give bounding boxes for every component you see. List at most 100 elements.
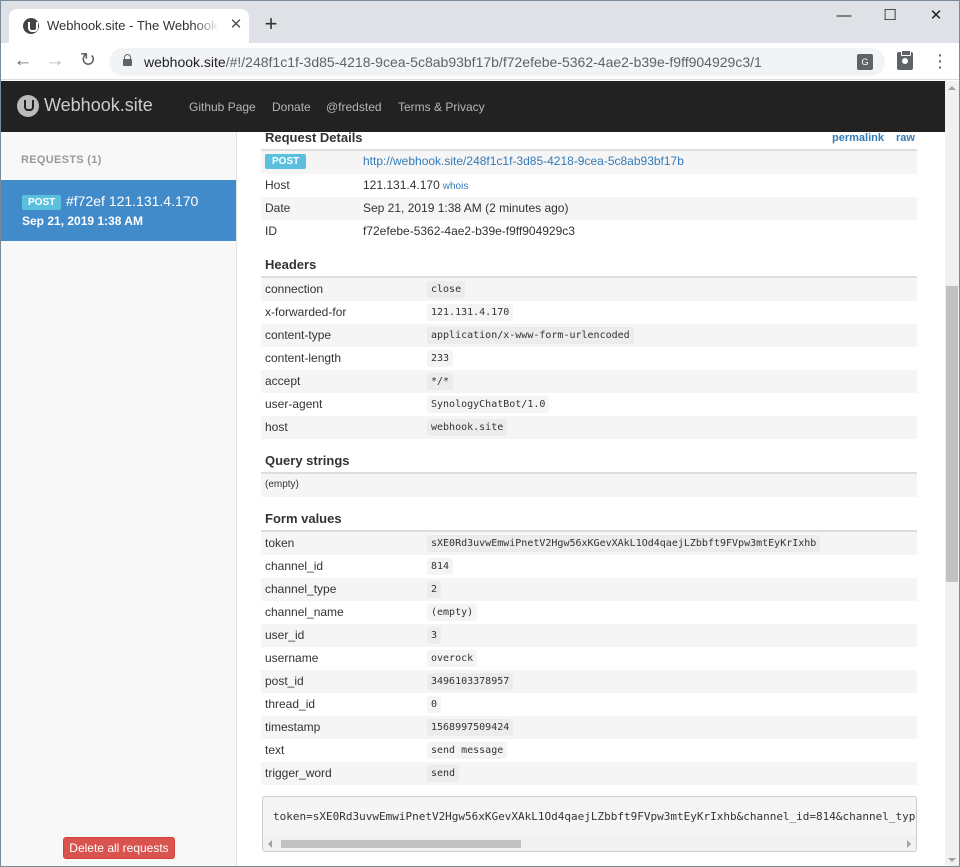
request-details-title: Request Details (265, 132, 363, 145)
address-bar[interactable]: webhook.site/#!/248f1c1f-3d85-4218-9cea-… (109, 48, 885, 76)
form-value: 3 (427, 627, 442, 644)
form-row: thread_id 0 (261, 693, 917, 716)
tab-strip: Webhook.site - The Webhook Tester ✕ + — … (1, 1, 959, 43)
form-value: send message (427, 742, 508, 759)
detail-label: ID (265, 224, 277, 238)
header-row: host webhook.site (261, 416, 917, 439)
detail-row-date: Date Sep 21, 2019 1:38 AM (2 minutes ago… (261, 197, 917, 220)
form-value: (empty) (427, 604, 478, 621)
header-value: 233 (427, 350, 454, 367)
form-value: 2 (427, 581, 442, 598)
header-value: 121.131.4.170 (427, 304, 514, 321)
detail-value: 121.131.4.170 whois (363, 178, 468, 192)
raw-link[interactable]: raw (896, 132, 915, 144)
form-key: channel_type (265, 582, 337, 596)
webhook-favicon-icon (23, 18, 39, 34)
detail-row-id: ID f72efebe-5362-4ae2-b39e-f9ff904929c3 (261, 220, 917, 243)
form-key: username (265, 651, 319, 665)
detail-label: Host (265, 178, 290, 192)
form-key: post_id (265, 674, 304, 688)
translate-icon[interactable]: G (857, 54, 873, 70)
header-value: */* (427, 373, 454, 390)
detail-value: f72efebe-5362-4ae2-b39e-f9ff904929c3 (363, 224, 575, 238)
site-navbar: Webhook.site Github Page Donate @fredste… (1, 81, 945, 132)
request-date: Sep 21, 2019 1:38 AM (22, 214, 143, 228)
header-row: user-agent SynologyChatBot/1.0 (261, 393, 917, 416)
webhook-logo-icon[interactable] (17, 95, 39, 117)
browser-window: Webhook.site - The Webhook Tester ✕ + — … (0, 0, 960, 867)
header-value: webhook.site (427, 419, 508, 436)
maximize-button[interactable]: ☐ (867, 1, 913, 31)
new-tab-button[interactable]: + (259, 13, 283, 37)
request-list-item[interactable]: POST #f72ef 121.131.4.170 Sep 21, 2019 1… (1, 180, 236, 241)
page-scrollbar[interactable] (945, 81, 959, 866)
header-key: x-forwarded-for (265, 305, 347, 319)
form-key: user_id (265, 628, 305, 642)
page-scroll-thumb[interactable] (946, 286, 958, 582)
delete-all-requests-button[interactable]: Delete all requests (63, 837, 175, 859)
back-button[interactable]: ← (11, 49, 35, 73)
detail-row-url: POST http://webhook.site/248f1c1f-3d85-4… (261, 151, 917, 174)
header-key: host (265, 420, 288, 434)
raw-body-scrollbar[interactable] (263, 836, 916, 851)
form-row: channel_type 2 (261, 578, 917, 601)
browser-tab[interactable]: Webhook.site - The Webhook Tester ✕ (9, 9, 249, 43)
clipboard-extension-icon[interactable] (897, 50, 913, 70)
form-row: trigger_word send (261, 762, 917, 785)
tab-close-icon[interactable]: ✕ (228, 17, 244, 33)
nav-link-terms[interactable]: Terms & Privacy (398, 100, 485, 114)
header-value: close (427, 281, 466, 298)
url-host: webhook.site (144, 54, 226, 70)
nav-link-fredsted[interactable]: @fredsted (326, 100, 382, 114)
raw-body-text: token=sXE0Rd3uvwEmwiPnetV2Hgw56xKGevXAkL… (273, 810, 916, 823)
header-key: connection (265, 282, 324, 296)
form-key: trigger_word (265, 766, 332, 780)
nav-link-github[interactable]: Github Page (189, 100, 256, 114)
form-values-title: Form values (265, 511, 342, 526)
form-key: channel_name (265, 605, 344, 619)
raw-body-box[interactable]: token=sXE0Rd3uvwEmwiPnetV2Hgw56xKGevXAkL… (262, 796, 917, 852)
lock-icon[interactable] (123, 54, 132, 66)
form-value: overock (427, 650, 478, 667)
browser-menu-icon[interactable]: ⋮ (931, 51, 949, 73)
header-key: user-agent (265, 397, 323, 411)
whois-link[interactable]: whois (443, 181, 469, 192)
detail-value: Sep 21, 2019 1:38 AM (2 minutes ago) (363, 201, 569, 215)
header-key: accept (265, 374, 301, 388)
form-key: thread_id (265, 697, 316, 711)
scroll-up-icon[interactable] (948, 86, 956, 90)
form-key: timestamp (265, 720, 321, 734)
scroll-down-icon[interactable] (948, 858, 956, 862)
form-value: 0 (427, 696, 442, 713)
brand-name[interactable]: Webhook.site (44, 95, 153, 116)
permalink-link[interactable]: permalink (832, 132, 884, 144)
reload-button[interactable]: ↻ (76, 49, 100, 73)
query-strings-row: (empty) (261, 474, 917, 497)
raw-body-scroll-thumb[interactable] (281, 840, 521, 848)
url-text[interactable]: webhook.site/#!/248f1c1f-3d85-4218-9cea-… (144, 54, 762, 70)
scroll-right-icon[interactable] (907, 840, 911, 848)
form-row: text send message (261, 739, 917, 762)
request-method-badge: POST (22, 195, 62, 210)
form-key: text (265, 743, 285, 757)
close-window-button[interactable]: ✕ (913, 1, 959, 31)
minimize-button[interactable]: — (821, 1, 867, 31)
request-content: Request Details permalink raw POST http:… (237, 132, 945, 866)
request-label: #f72ef 121.131.4.170 (66, 193, 199, 209)
form-row: post_id 3496103378957 (261, 670, 917, 693)
scroll-left-icon[interactable] (268, 840, 272, 848)
header-key: content-type (265, 328, 332, 342)
tab-title: Webhook.site - The Webhook Tester (47, 18, 219, 33)
header-key: content-length (265, 351, 342, 365)
url-path: /#!/248f1c1f-3d85-4218-9cea-5c8ab93bf17b… (225, 54, 762, 70)
forward-button[interactable]: → (43, 49, 67, 73)
query-strings-title: Query strings (265, 453, 350, 468)
headers-title: Headers (265, 257, 317, 272)
form-value: sXE0Rd3uvwEmwiPnetV2Hgw56xKGevXAkL1Od4qa… (427, 535, 821, 552)
request-url-link[interactable]: http://webhook.site/248f1c1f-3d85-4218-9… (363, 154, 684, 168)
nav-link-donate[interactable]: Donate (272, 100, 311, 114)
form-key: token (265, 536, 295, 550)
header-row: accept */* (261, 370, 917, 393)
header-row: x-forwarded-for 121.131.4.170 (261, 301, 917, 324)
form-row: timestamp 1568997509424 (261, 716, 917, 739)
